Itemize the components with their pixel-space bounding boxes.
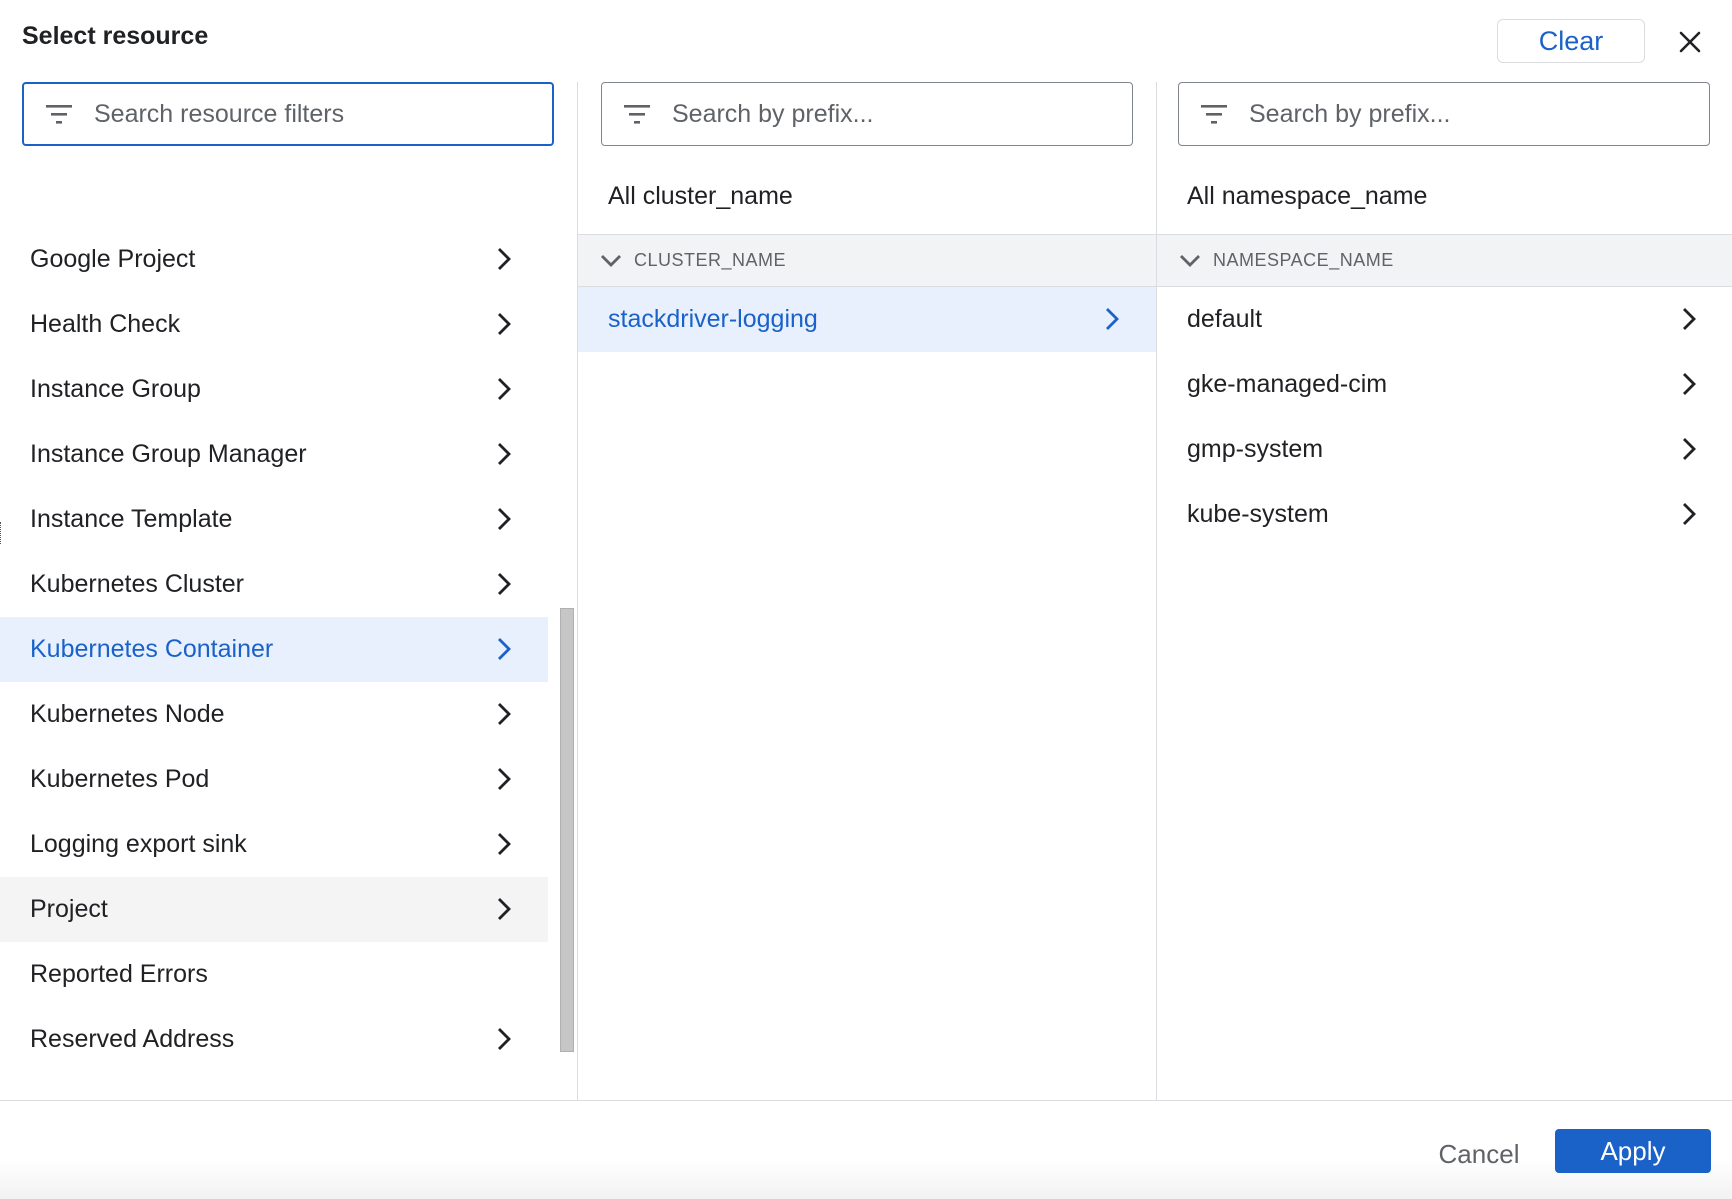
resource-item[interactable]: Instance Template <box>0 487 548 552</box>
chevron-right-icon <box>498 443 511 465</box>
resource-item[interactable]: Kubernetes Node <box>0 682 548 747</box>
chevron-right-icon <box>498 313 511 335</box>
chevron-right-icon <box>1683 503 1696 525</box>
resource-item-label: Kubernetes Node <box>30 700 225 728</box>
all-cluster-name-option[interactable]: All cluster_name <box>608 182 793 211</box>
resource-item[interactable]: Kubernetes Pod <box>0 747 548 812</box>
filter-icon <box>624 105 650 124</box>
cluster-search-placeholder: Search by prefix... <box>672 99 874 128</box>
chevron-down-icon <box>1180 254 1200 267</box>
cluster-name-column: Search by prefix... All cluster_name CLU… <box>577 82 1156 1100</box>
resource-type-column: Search resource filters Google Project He… <box>0 82 577 1100</box>
resource-item[interactable]: Kubernetes Container <box>0 617 548 682</box>
namespace-item[interactable]: gke-managed-cim <box>1157 352 1732 417</box>
namespace-item-label: default <box>1187 305 1263 333</box>
resource-filter-search-input[interactable]: Search resource filters <box>22 82 554 146</box>
cluster-item[interactable]: stackdriver-logging <box>578 287 1156 352</box>
resource-item[interactable]: Logging export sink <box>0 812 548 877</box>
chevron-right-icon <box>1106 308 1119 330</box>
chevron-right-icon <box>498 703 511 725</box>
chevron-right-icon <box>498 768 511 790</box>
resource-list-scrollbar[interactable] <box>560 608 574 1052</box>
resource-filter-placeholder: Search resource filters <box>94 99 345 128</box>
resource-item-label: Kubernetes Cluster <box>30 570 245 598</box>
filter-icon <box>1201 105 1227 124</box>
close-button[interactable] <box>1670 22 1710 62</box>
filter-icon <box>46 105 72 124</box>
dialog-footer: Cancel Apply <box>0 1100 1732 1199</box>
cancel-button[interactable]: Cancel <box>1420 1131 1538 1177</box>
resource-item-label: Instance Template <box>30 505 233 533</box>
namespace-item-label: kube-system <box>1187 500 1329 528</box>
namespace-item-label: gke-managed-cim <box>1187 370 1388 398</box>
namespace-name-group-label: NAMESPACE_NAME <box>1213 250 1394 270</box>
resource-item[interactable]: Health Check <box>0 292 548 357</box>
chevron-right-icon <box>498 833 511 855</box>
resource-item-label: Google Project <box>30 245 196 273</box>
resource-item-label: Project <box>30 895 108 923</box>
resource-item-label: Health Check <box>30 310 181 338</box>
resource-item-label: Reported Errors <box>30 960 208 988</box>
chevron-right-icon <box>498 378 511 400</box>
chevron-right-icon <box>1683 373 1696 395</box>
namespace-item[interactable]: kube-system <box>1157 482 1732 547</box>
cluster-name-group-label: CLUSTER_NAME <box>634 250 787 270</box>
namespace-item[interactable]: gmp-system <box>1157 417 1732 482</box>
dialog-title: Select resource <box>22 22 209 50</box>
resource-item-label: Reserved Address <box>30 1025 235 1053</box>
resource-item[interactable]: Google Project <box>0 227 548 292</box>
apply-button[interactable]: Apply <box>1555 1129 1711 1173</box>
cluster-name-group-header[interactable]: CLUSTER_NAME <box>578 234 1156 287</box>
all-namespace-name-option[interactable]: All namespace_name <box>1187 182 1427 211</box>
namespace-item[interactable]: default <box>1157 287 1732 352</box>
resource-item-label: Kubernetes Pod <box>30 765 210 793</box>
resource-item[interactable]: Instance Group <box>0 357 548 422</box>
resource-item[interactable]: Instance Group Manager <box>0 422 548 487</box>
resource-item[interactable]: Reserved Address <box>0 1007 548 1072</box>
chevron-right-icon <box>498 638 511 660</box>
chevron-down-icon <box>601 254 621 267</box>
clear-button[interactable]: Clear <box>1497 19 1645 63</box>
chevron-right-icon <box>498 1028 511 1050</box>
close-icon <box>1679 31 1701 53</box>
namespace-name-column: Search by prefix... All namespace_name N… <box>1156 82 1732 1100</box>
resource-item-label: Instance Group Manager <box>30 440 307 468</box>
chevron-right-icon <box>498 898 511 920</box>
namespace-item-label: gmp-system <box>1187 435 1324 463</box>
chevron-right-icon <box>498 573 511 595</box>
cluster-item-label: stackdriver-logging <box>608 305 818 333</box>
resource-item-label: Instance Group <box>30 375 201 403</box>
resource-item-label: Logging export sink <box>30 830 247 858</box>
chevron-right-icon <box>1683 438 1696 460</box>
namespace-name-group-header[interactable]: NAMESPACE_NAME <box>1157 234 1732 287</box>
resource-item[interactable]: Project <box>0 877 548 942</box>
resource-item[interactable]: Kubernetes Cluster <box>0 552 548 617</box>
chevron-right-icon <box>498 248 511 270</box>
cluster-search-input[interactable]: Search by prefix... <box>601 82 1133 146</box>
resource-item[interactable]: Reported Errors <box>0 942 548 1007</box>
chevron-right-icon <box>498 508 511 530</box>
namespace-search-placeholder: Search by prefix... <box>1249 99 1451 128</box>
resource-item-label: Kubernetes Container <box>30 635 274 663</box>
resize-handle[interactable] <box>0 522 4 544</box>
chevron-right-icon <box>1683 308 1696 330</box>
namespace-search-input[interactable]: Search by prefix... <box>1178 82 1710 146</box>
